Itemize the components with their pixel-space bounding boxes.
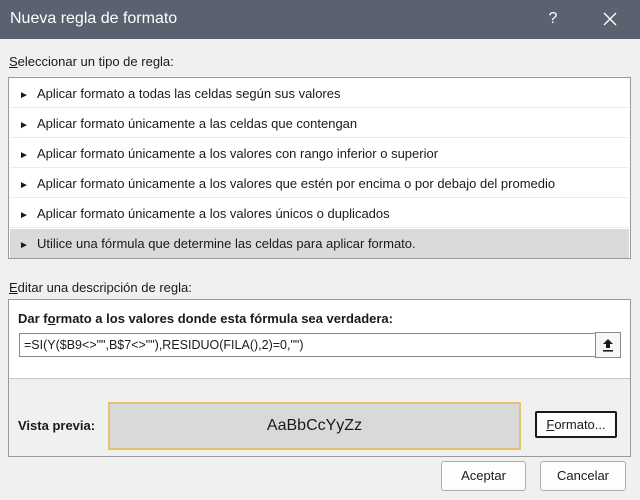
rule-type-item-label: Aplicar formato a todas las celdas según… [37,86,341,101]
formula-heading: Dar formato a los valores donde esta fór… [18,311,393,326]
rule-type-item[interactable]: ► Aplicar formato únicamente a los valore… [10,139,629,168]
formula-input[interactable]: =SI(Y($B9<>"",B$7<>""),RESIDUO(FILA(),2)… [19,333,599,357]
arrow-icon: ► [19,150,29,161]
rule-description-panel: Dar formato a los valores donde esta fór… [8,299,631,457]
formula-heading-accesskey: o [47,311,56,326]
formula-section: Dar formato a los valores donde esta fór… [9,300,630,378]
rule-type-item-label: Aplicar formato únicamente a los valores… [37,176,556,191]
upload-arrow-icon [603,339,613,352]
rule-type-item-label: Aplicar formato únicamente a las celdas … [37,116,358,131]
rule-type-label: Seleccionar un tipo de regla: [9,54,174,69]
rule-type-label-accesskey: S [9,54,18,69]
arrow-icon: ► [19,90,29,101]
rule-type-item[interactable]: ► Aplicar formato a todas las celdas segú… [10,79,629,108]
close-icon [603,12,617,26]
accept-button[interactable]: Aceptar [441,461,526,491]
description-label-accesskey: E [9,280,18,295]
arrow-icon: ► [19,180,29,191]
rule-type-item[interactable]: ► Aplicar formato únicamente a los valore… [10,169,629,198]
rule-type-item[interactable]: ► Aplicar formato únicamente a las celdas… [10,109,629,138]
rule-type-item-label: Aplicar formato únicamente a los valores… [37,146,439,161]
rule-type-list[interactable]: ► Aplicar formato a todas las celdas segú… [8,77,631,259]
arrow-icon: ► [19,240,29,251]
arrow-icon: ► [19,120,29,131]
rule-type-item-label: Utilice una fórmula que determine las ce… [37,236,416,251]
collapse-dialog-button[interactable] [595,332,621,358]
description-label: Editar una descripción de regla: [9,280,192,295]
window-title: Nueva regla de formato [10,10,178,27]
divider [9,378,630,379]
help-button[interactable]: ? [541,6,565,32]
rule-type-item[interactable]: ► Aplicar formato únicamente a los valore… [10,199,629,228]
preview-box: AaBbCcYyZz [108,402,521,450]
arrow-icon: ► [19,210,29,221]
rule-type-label-rest: eleccionar un tipo de regla: [17,54,174,69]
preview-label: Vista previa: [18,418,96,433]
title-bar: Nueva regla de formato ? [0,0,640,39]
rule-type-item-label: Aplicar formato únicamente a los valores… [37,206,390,221]
cancel-button[interactable]: Cancelar [540,461,626,491]
formula-heading-rest: rmato a los valores donde esta fórmula s… [55,311,393,326]
close-button[interactable] [596,6,624,32]
rule-type-item-selected[interactable]: ► Utilice una fórmula que determine las c… [10,229,629,258]
formula-heading-start: Dar f [18,311,48,326]
format-button-rest: ormato... [554,417,606,432]
description-label-rest: ditar una descripción de regla: [17,280,192,295]
format-button[interactable]: Formato... [535,411,617,438]
